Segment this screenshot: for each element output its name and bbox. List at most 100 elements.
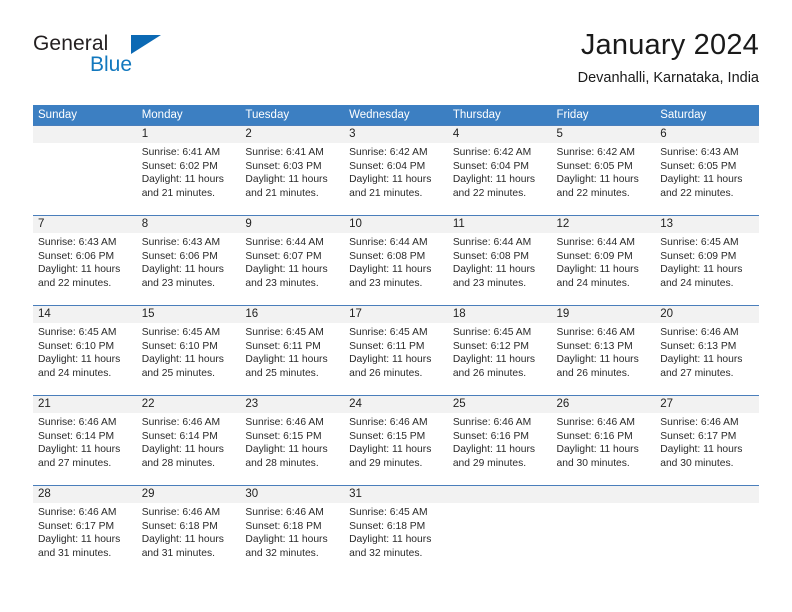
empty-day-cell <box>33 126 137 143</box>
day-number[interactable]: 11 <box>448 216 552 233</box>
day-number[interactable]: 8 <box>137 216 241 233</box>
day-sun-info: Sunrise: 6:44 AM Sunset: 6:07 PM Dayligh… <box>245 237 328 289</box>
day-sun-info: Sunrise: 6:46 AM Sunset: 6:15 PM Dayligh… <box>245 417 328 469</box>
calendar-week-row: 28 29 30 31 Sunrise: 6:46 AM Sunset: 6:17 PM… <box>33 485 759 575</box>
day-number[interactable]: 15 <box>137 306 241 323</box>
day-sun-info: Sunrise: 6:46 AM Sunset: 6:16 PM Dayligh… <box>452 417 536 469</box>
day-sun-info: Sunrise: 6:46 AM Sunset: 6:18 PM Dayligh… <box>245 507 328 559</box>
calendar-week-row: 7 8 9 10 11 12 13 Sunrise: 6:43 AM Sunset: 6:06… <box>33 215 759 305</box>
empty-day-cell <box>655 486 759 503</box>
page-header: General Blue January 2024 Devanhalli, Ka… <box>33 28 759 96</box>
calendar-page: General Blue January 2024 Devanhalli, Ka… <box>0 0 792 612</box>
day-number[interactable]: 18 <box>448 306 552 323</box>
day-number[interactable]: 25 <box>448 396 552 413</box>
day-sun-info: Sunrise: 6:45 AM Sunset: 6:18 PM Dayligh… <box>349 507 432 559</box>
logo-divider <box>85 54 87 77</box>
day-sun-info: Sunrise: 6:45 AM Sunset: 6:11 PM Dayligh… <box>349 327 432 379</box>
day-sun-info: Sunrise: 6:44 AM Sunset: 6:08 PM Dayligh… <box>452 237 536 289</box>
day-sun-info: Sunrise: 6:42 AM Sunset: 6:04 PM Dayligh… <box>349 147 432 199</box>
day-sun-info: Sunrise: 6:42 AM Sunset: 6:05 PM Dayligh… <box>556 147 639 199</box>
day-number-row: 123456 <box>33 126 759 143</box>
day-detail-row: Sunrise: 6:46 AM Sunset: 6:17 PM Dayligh… <box>33 503 759 575</box>
day-sun-info: Sunrise: 6:45 AM Sunset: 6:11 PM Dayligh… <box>245 327 328 379</box>
weekday-header-thursday: Thursday <box>452 109 501 121</box>
day-sun-info: Sunrise: 6:43 AM Sunset: 6:05 PM Dayligh… <box>660 147 743 199</box>
day-number[interactable]: 20 <box>655 306 759 323</box>
day-number[interactable]: 1 <box>137 126 241 143</box>
day-number[interactable]: 29 <box>137 486 241 503</box>
day-number[interactable]: 16 <box>240 306 344 323</box>
day-sun-info: Sunrise: 6:46 AM Sunset: 6:15 PM Dayligh… <box>349 417 432 469</box>
calendar-table: Sunday Monday Tuesday Wednesday Thursday Frid… <box>33 105 759 575</box>
page-subtitle: Devanhalli, Karnataka, India <box>577 70 759 86</box>
day-sun-info: Sunrise: 6:46 AM Sunset: 6:17 PM Dayligh… <box>38 507 121 559</box>
day-number-row: 28 29 30 31 <box>33 486 759 503</box>
day-number[interactable]: 4 <box>448 126 552 143</box>
calendar-week-row: 14 15 16 17 18 19 20 Sunrise: 6:45 AM Sunset: 6… <box>33 305 759 395</box>
logo-word-blue: Blue <box>90 53 133 76</box>
empty-day-cell <box>448 486 552 503</box>
day-number[interactable]: 26 <box>552 396 656 413</box>
day-number[interactable]: 6 <box>655 126 759 143</box>
day-sun-info: Sunrise: 6:41 AM Sunset: 6:02 PM Dayligh… <box>141 147 224 199</box>
empty-day-info <box>655 503 759 575</box>
day-sun-info: Sunrise: 6:42 AM Sunset: 6:04 PM Dayligh… <box>452 147 536 199</box>
day-sun-info: Sunrise: 6:45 AM Sunset: 6:10 PM Dayligh… <box>141 327 224 379</box>
weekday-header-monday: Monday <box>141 109 183 121</box>
day-sun-info: Sunrise: 6:45 AM Sunset: 6:10 PM Dayligh… <box>38 327 121 379</box>
day-number[interactable]: 3 <box>344 126 448 143</box>
weekday-header-row: Sunday Monday Tuesday Wednesday Thursday Frid… <box>33 105 759 125</box>
day-number[interactable]: 9 <box>240 216 344 233</box>
day-number[interactable]: 5 <box>552 126 656 143</box>
calendar-weeks: 1 2 3 4 5 6 Sunrise: 6:41 AM Sunset: 6:02 PM D… <box>33 125 759 575</box>
day-sun-info: Sunrise: 6:46 AM Sunset: 6:13 PM Dayligh… <box>556 327 639 379</box>
weekday-header-wednesday: Wednesday <box>349 109 410 121</box>
day-sun-info: Sunrise: 6:43 AM Sunset: 6:06 PM Dayligh… <box>141 237 224 289</box>
weekday-header-saturday: Saturday <box>660 109 707 121</box>
day-detail-row: Sunrise: 6:41 AM Sunset: 6:02 PM Dayligh… <box>33 143 759 215</box>
day-number[interactable]: 23 <box>240 396 344 413</box>
day-number-row: 14 15 16 17 18 19 20 <box>33 306 759 323</box>
day-number[interactable]: 31 <box>344 486 448 503</box>
day-sun-info: Sunrise: 6:43 AM Sunset: 6:06 PM Dayligh… <box>38 237 121 289</box>
day-sun-info: Sunrise: 6:46 AM Sunset: 6:18 PM Dayligh… <box>141 507 224 559</box>
weekday-header-sunday: Sunday <box>38 109 78 121</box>
day-sun-info: Sunrise: 6:41 AM Sunset: 6:03 PM Dayligh… <box>245 147 328 199</box>
day-sun-info: Sunrise: 6:46 AM Sunset: 6:14 PM Dayligh… <box>38 417 121 469</box>
empty-day-info <box>552 503 656 575</box>
day-number[interactable]: 27 <box>655 396 759 413</box>
weekday-header-friday: Friday <box>556 109 589 121</box>
day-sun-info: Sunrise: 6:46 AM Sunset: 6:13 PM Dayligh… <box>660 327 743 379</box>
day-number[interactable]: 28 <box>33 486 137 503</box>
day-detail-row: Sunrise: 6:46 AM Sunset: 6:14 PM Dayligh… <box>33 413 759 485</box>
blue-triangle-icon <box>131 35 161 54</box>
calendar-week-row: 1 2 3 4 5 6 Sunrise: 6:41 AM Sunset: 6:02 PM D… <box>33 125 759 215</box>
day-sun-info: Sunrise: 6:46 AM Sunset: 6:14 PM Dayligh… <box>141 417 224 469</box>
day-number[interactable]: 14 <box>33 306 137 323</box>
empty-day-info <box>33 143 137 215</box>
day-sun-info: Sunrise: 6:46 AM Sunset: 6:17 PM Dayligh… <box>660 417 743 469</box>
day-sun-info: Sunrise: 6:45 AM Sunset: 6:12 PM Dayligh… <box>452 327 536 379</box>
weekday-header-tuesday: Tuesday <box>245 109 290 121</box>
day-number-row: 7 8 9 10 11 12 13 <box>33 216 759 233</box>
day-number[interactable]: 24 <box>344 396 448 413</box>
day-number[interactable]: 7 <box>33 216 137 233</box>
day-number[interactable]: 2 <box>240 126 344 143</box>
day-number[interactable]: 21 <box>33 396 137 413</box>
empty-day-cell <box>552 486 656 503</box>
day-number[interactable]: 19 <box>552 306 656 323</box>
day-number[interactable]: 30 <box>240 486 344 503</box>
generalblue-logo[interactable]: General Blue <box>33 32 233 88</box>
day-sun-info: Sunrise: 6:44 AM Sunset: 6:09 PM Dayligh… <box>556 237 639 289</box>
day-number[interactable]: 17 <box>344 306 448 323</box>
empty-day-info <box>448 503 552 575</box>
day-sun-info: Sunrise: 6:45 AM Sunset: 6:09 PM Dayligh… <box>660 237 743 289</box>
day-number[interactable]: 10 <box>344 216 448 233</box>
day-number[interactable]: 12 <box>552 216 656 233</box>
day-detail-row: Sunrise: 6:45 AM Sunset: 6:10 PM Dayligh… <box>33 323 759 395</box>
day-number[interactable]: 22 <box>137 396 241 413</box>
day-number[interactable]: 13 <box>655 216 759 233</box>
title-block: January 2024 Devanhalli, Karnataka, Indi… <box>578 28 759 88</box>
calendar-week-row: 21 22 23 24 25 26 27 Sunrise: 6:46 AM Sunset: 6… <box>33 395 759 485</box>
day-detail-row: Sunrise: 6:43 AM Sunset: 6:06 PM Dayligh… <box>33 233 759 305</box>
